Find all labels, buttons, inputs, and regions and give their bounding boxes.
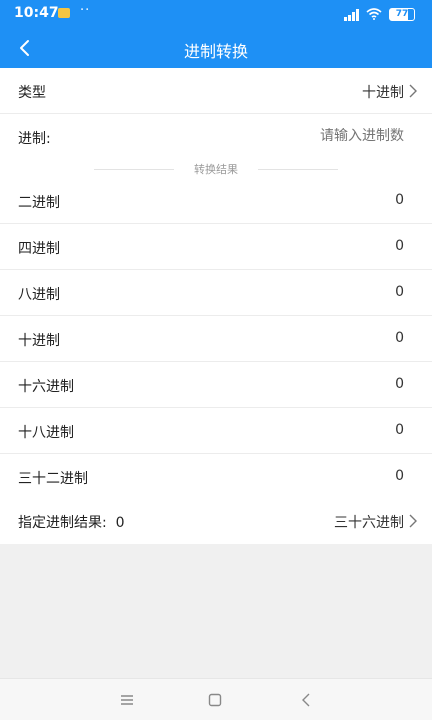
custom-base-value: 三十六进制 xyxy=(334,515,404,531)
chevron-right-icon xyxy=(409,514,417,528)
input-label: 进制: xyxy=(18,131,51,147)
signal-icon xyxy=(344,9,359,21)
result-value: 0 xyxy=(395,284,404,300)
battery-level: 77 xyxy=(395,9,409,19)
result-row-octal: 八进制 0 xyxy=(0,270,432,316)
battery-icon: 77 xyxy=(389,8,415,21)
result-label: 三十二进制 xyxy=(18,471,88,487)
result-label: 四进制 xyxy=(18,241,60,257)
page-title: 进制转换 xyxy=(183,42,248,61)
result-divider-text: 转换结果 xyxy=(194,163,238,176)
status-bar: 10:47 ·· 77 xyxy=(0,0,432,28)
notification-icon xyxy=(58,8,70,18)
chevron-right-icon xyxy=(409,84,417,98)
input-row: 进制: xyxy=(0,114,432,160)
result-row-quaternary: 四进制 0 xyxy=(0,224,432,270)
result-label: 二进制 xyxy=(18,195,60,211)
custom-result-label: 指定进制结果: 0 xyxy=(18,515,125,531)
status-time: 10:47 xyxy=(14,5,59,21)
number-input[interactable] xyxy=(204,128,404,144)
result-value: 0 xyxy=(395,468,404,484)
wifi-icon xyxy=(366,8,382,20)
home-square-icon[interactable] xyxy=(206,691,224,709)
result-row-base32: 三十二进制 0 xyxy=(0,454,432,500)
result-label: 十进制 xyxy=(18,333,60,349)
type-value: 十进制 xyxy=(362,85,404,101)
result-divider: 转换结果 xyxy=(94,162,338,176)
converter-panel: 类型 十进制 进制: 转换结果 二进制 0 四进制 0 八进制 0 十进制 0 … xyxy=(0,68,432,544)
result-label: 十八进制 xyxy=(18,425,74,441)
result-value: 0 xyxy=(395,422,404,438)
custom-base-row[interactable]: 指定进制结果: 0 三十六进制 xyxy=(0,498,432,544)
type-selector-row[interactable]: 类型 十进制 xyxy=(0,68,432,114)
menu-icon[interactable] xyxy=(118,691,136,709)
result-label: 八进制 xyxy=(18,287,60,303)
result-row-hex: 十六进制 0 xyxy=(0,362,432,408)
result-label: 十六进制 xyxy=(18,379,74,395)
result-value: 0 xyxy=(395,330,404,346)
back-triangle-icon[interactable] xyxy=(298,691,316,709)
system-nav-bar xyxy=(0,678,432,720)
result-row-binary: 二进制 0 xyxy=(0,178,432,224)
more-notifications-indicator: ·· xyxy=(80,3,91,18)
result-value: 0 xyxy=(395,238,404,254)
type-label: 类型 xyxy=(18,85,46,101)
result-value: 0 xyxy=(395,376,404,392)
result-value: 0 xyxy=(395,192,404,208)
result-row-decimal: 十进制 0 xyxy=(0,316,432,362)
app-bar: 进制转换 xyxy=(0,28,432,68)
result-row-base18: 十八进制 0 xyxy=(0,408,432,454)
